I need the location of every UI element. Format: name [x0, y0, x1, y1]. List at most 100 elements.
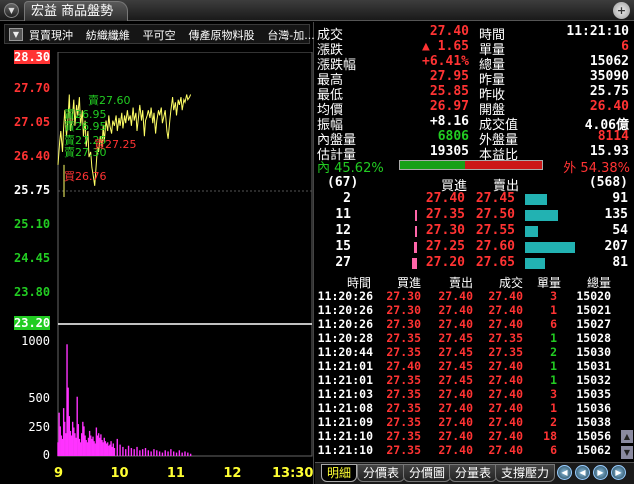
bid-price: 27.35	[425, 207, 465, 222]
tick-row[interactable]: 11:21:01 27.40 27.45 27.40 1 15031	[315, 359, 634, 373]
scroll-down-button[interactable]: ▼	[621, 446, 633, 459]
tick-row[interactable]: 11:20:26 27.30 27.40 27.40 1 15021	[315, 303, 634, 317]
tick-vol: 1	[550, 303, 557, 317]
category-dropdown-button[interactable]: ▼	[9, 28, 23, 41]
tab-price-chart[interactable]: 分價圖	[403, 464, 452, 482]
tick-bid: 27.35	[386, 373, 421, 387]
tab-price-table[interactable]: 分價表	[357, 464, 406, 482]
bid-qty: 11	[335, 207, 351, 222]
order-book-row[interactable]: 15 27.25 27.60 207	[315, 239, 634, 255]
tick-row[interactable]: 11:21:09 27.35 27.40 27.40 2 15038	[315, 415, 634, 429]
tick-total: 15027	[576, 317, 611, 331]
quote-row: 成交 27.40 時間 11:21:10	[317, 24, 631, 43]
quote-value: +8.16	[429, 114, 469, 129]
nav-first-icon[interactable]: ◀	[557, 465, 572, 480]
ask-qty: 207	[604, 239, 628, 254]
volume-tick-label: 250	[28, 419, 50, 434]
volume-tick-label: 1000	[21, 334, 50, 348]
quote-value: 6806	[437, 129, 469, 144]
intraday-chart[interactable]: 賣27.60 賣26.95 賣26.95 賣27.25 賣27.30 買27.25 買26.…	[0, 50, 314, 484]
bid-price: 27.40	[425, 191, 465, 206]
tick-row[interactable]: 11:20:26 27.30 27.40 27.40 3 15020	[315, 289, 634, 303]
bid-ask-overlay-label: 賣26.95	[64, 119, 107, 133]
tick-time: 11:21:10	[317, 443, 373, 457]
scroll-up-button[interactable]: ▲	[621, 430, 633, 443]
window-menu-button[interactable]: ▼	[4, 3, 19, 18]
category-item[interactable]: 平可空	[143, 27, 176, 43]
tick-ask: 27.45	[438, 331, 473, 345]
bid-depth-bar	[414, 242, 417, 253]
tick-row[interactable]: 11:20:26 27.30 27.40 27.40 6 15027	[315, 317, 634, 331]
tick-time: 11:20:26	[317, 289, 373, 303]
nav-last-icon[interactable]: ▶	[611, 465, 626, 480]
tab-detail[interactable]: 明細	[321, 464, 358, 482]
tab-support-resistance[interactable]: 支撐壓力	[495, 464, 556, 482]
ask-price: 27.50	[475, 207, 515, 222]
category-item[interactable]: 買賣現沖	[29, 27, 73, 43]
order-book-row[interactable]: 27 27.20 27.65 81	[315, 255, 634, 271]
bid-price: 27.25	[425, 239, 465, 254]
quote-value: 15062	[589, 54, 629, 69]
tick-time: 11:21:10	[317, 429, 373, 443]
ask-price: 27.65	[475, 255, 515, 270]
tick-row[interactable]: 11:21:01 27.35 27.45 27.40 1 15032	[315, 373, 634, 387]
tick-ask: 27.40	[438, 289, 473, 303]
tick-row[interactable]: 11:21:03 27.35 27.40 27.40 3 15035	[315, 387, 634, 401]
window-title-tab[interactable]: 宏益 商品盤勢	[24, 1, 129, 21]
price-tick-label: 27.05	[14, 115, 51, 130]
tick-bid: 27.35	[386, 345, 421, 359]
ask-price: 27.55	[475, 223, 515, 238]
tick-ask: 27.45	[438, 345, 473, 359]
tick-row[interactable]: 11:21:08 27.35 27.40 27.40 1 15036	[315, 401, 634, 415]
tick-bid: 27.35	[386, 443, 421, 457]
order-book-row[interactable]: 11 27.35 27.50 135	[315, 207, 634, 223]
bid-ask-overlay-label: 買26.76	[64, 170, 107, 183]
tick-total: 15056	[576, 429, 611, 443]
quote-value: 27.95	[429, 69, 469, 84]
quote-value: 25.85	[429, 84, 469, 99]
tick-row[interactable]: 11:21:10 27.35 27.40 27.40 18 15056	[315, 429, 634, 443]
nav-prev-icon[interactable]: ◀	[575, 465, 590, 480]
tick-row[interactable]: 11:21:10 27.35 27.40 27.40 6 15062	[315, 443, 634, 457]
tab-volume-table[interactable]: 分量表	[449, 464, 498, 482]
volume-tick-label: 500	[28, 391, 50, 405]
price-tick-label: 26.40	[14, 149, 51, 164]
tick-bid: 27.35	[386, 331, 421, 345]
tick-bid: 27.30	[386, 303, 421, 317]
category-bar: ▼ 買賣現沖 紡織纖維 平可空 傳產原物料股 台灣-加...	[4, 24, 315, 44]
tick-bid: 27.35	[386, 387, 421, 401]
price-tick-label: 23.80	[14, 284, 51, 299]
tick-total: 15030	[576, 345, 611, 359]
tick-vol: 1	[550, 331, 557, 345]
category-item[interactable]: 台灣-加...	[267, 27, 314, 43]
tick-table-header: 時間 買進 賣出 成交 單量 總量	[315, 274, 634, 290]
quote-value: 6	[621, 39, 629, 54]
tick-vol: 3	[550, 387, 557, 401]
magnifier-icon[interactable]: +	[613, 2, 630, 19]
nav-next-icon[interactable]: ▶	[593, 465, 608, 480]
title-bar: ▼ 宏益 商品盤勢 +	[0, 0, 634, 21]
tick-deal: 27.40	[488, 415, 523, 429]
bid-depth-bar	[415, 226, 417, 237]
tick-total: 15021	[576, 303, 611, 317]
tick-row[interactable]: 11:20:44 27.35 27.45 27.35 2 15030	[315, 345, 634, 359]
order-book-row[interactable]: 2 27.40 27.45 91	[315, 191, 634, 207]
quote-value: 27.40	[429, 24, 469, 39]
order-book-row[interactable]: 12 27.30 27.55 54	[315, 223, 634, 239]
ask-qty: 81	[612, 255, 628, 270]
tick-deal: 27.40	[488, 303, 523, 317]
bid-depth-bar	[412, 258, 417, 269]
tick-total: 15062	[576, 443, 611, 457]
category-item[interactable]: 傳產原物料股	[188, 27, 254, 43]
tick-ask: 27.40	[438, 387, 473, 401]
bid-ask-overlay-label: 買27.25	[94, 138, 137, 151]
tick-time: 11:21:01	[317, 359, 373, 373]
tick-row[interactable]: 11:20:28 27.35 27.45 27.35 1 15028	[315, 331, 634, 345]
tick-time: 11:21:01	[317, 373, 373, 387]
tick-deal: 27.40	[488, 443, 523, 457]
category-item[interactable]: 紡織纖維	[86, 27, 130, 43]
price-tick-label: 25.10	[14, 216, 51, 231]
tick-vol: 2	[550, 345, 557, 359]
tick-total: 15036	[576, 401, 611, 415]
price-tick-label: 23.20	[14, 316, 51, 330]
